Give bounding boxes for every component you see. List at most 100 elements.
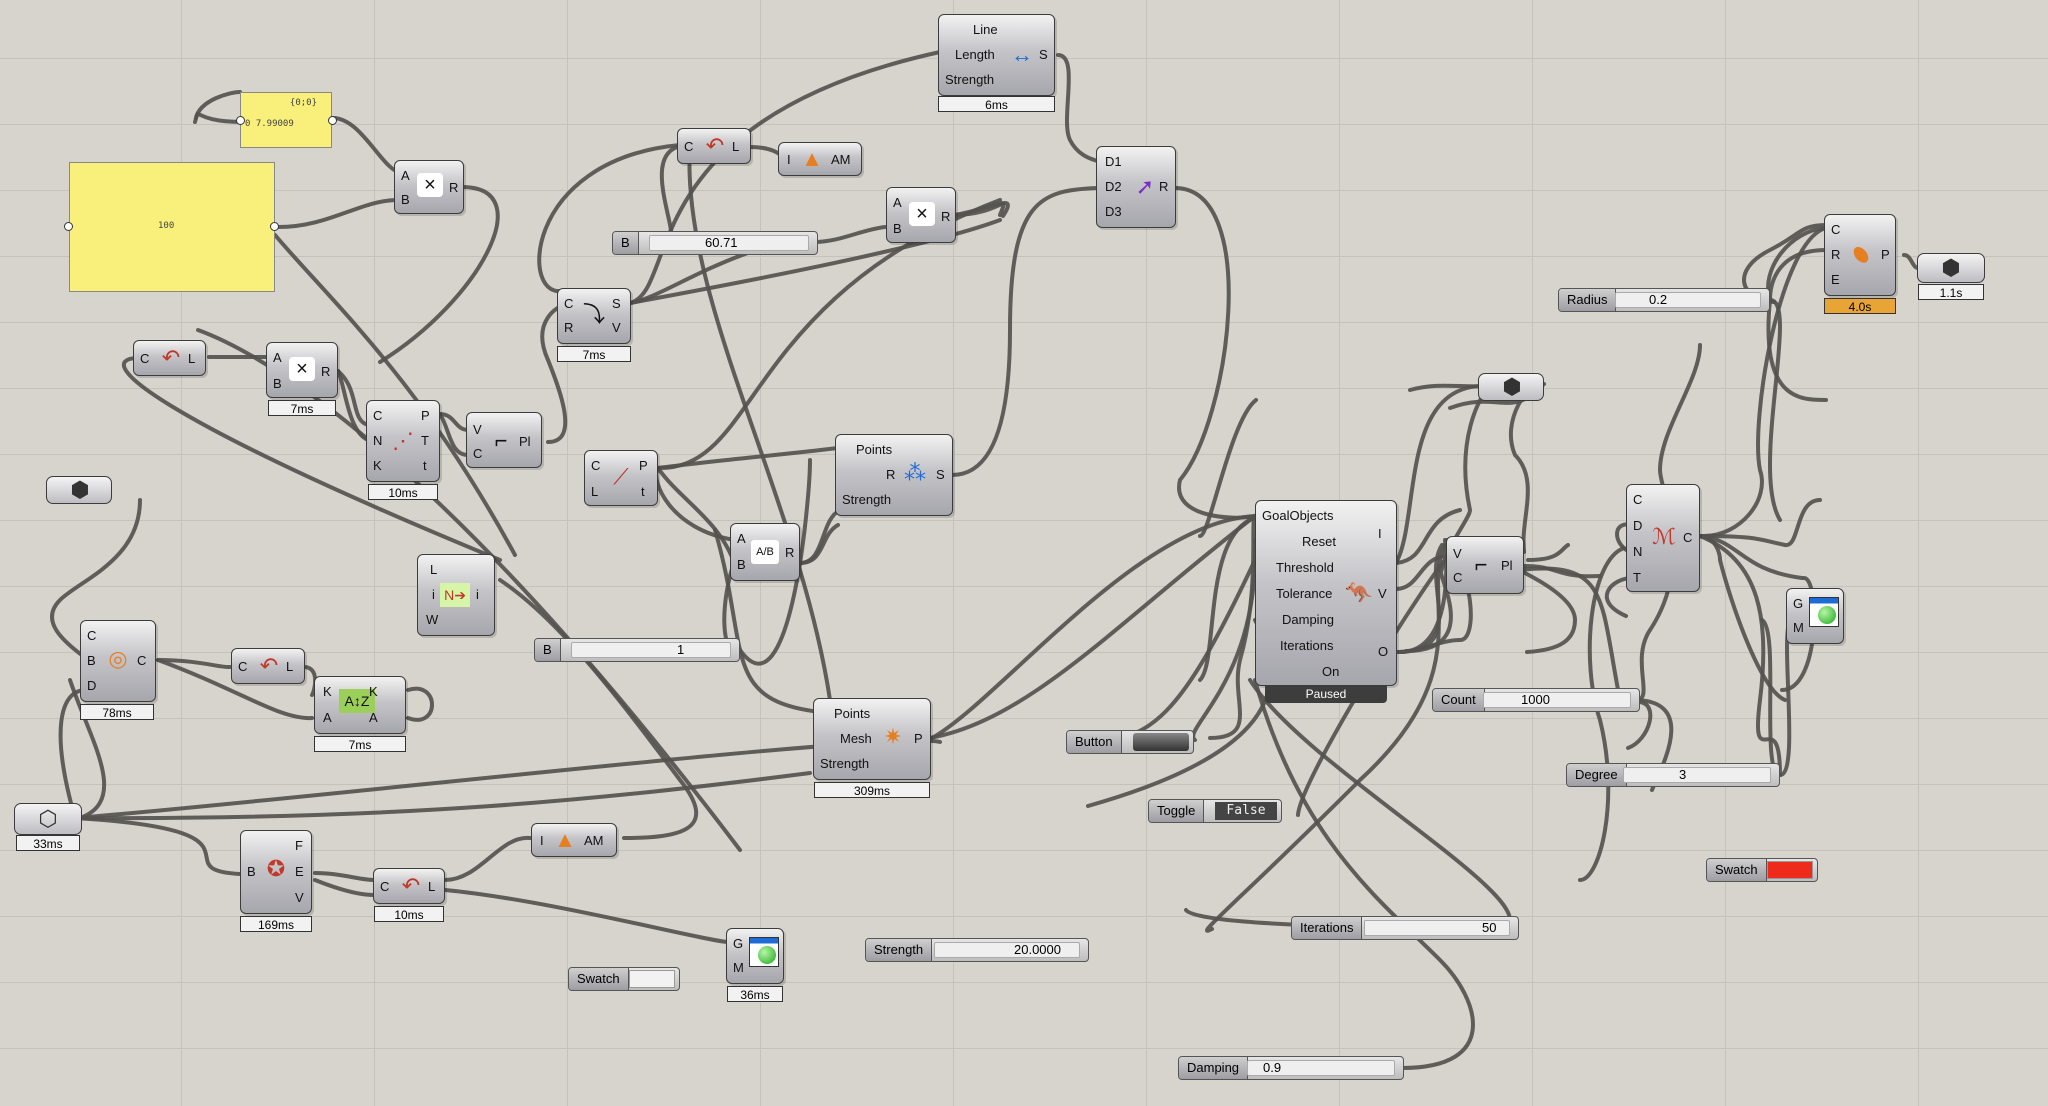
multiplication-component[interactable]: A B × R [394, 160, 464, 214]
input-tolerance[interactable]: Tolerance [1276, 587, 1332, 601]
polyline-component[interactable]: V C ⌐ Pl [466, 412, 542, 468]
output-r[interactable]: R [321, 365, 330, 379]
input-b[interactable]: B [87, 654, 96, 668]
input-reset[interactable]: Reset [1302, 535, 1336, 549]
input-b[interactable]: B [401, 193, 410, 207]
nurbs-curve-component[interactable]: C D N T ℳ C [1626, 484, 1700, 592]
output-t-lower[interactable]: t [423, 459, 427, 473]
input-t[interactable]: T [1633, 571, 1641, 585]
curve-sv-component[interactable]: C R ⤵ S V [557, 288, 631, 344]
custom-preview-component[interactable]: G M [726, 928, 784, 984]
output-t[interactable]: t [641, 485, 645, 499]
output-p[interactable]: P [914, 732, 923, 746]
input-c[interactable]: C [564, 297, 573, 311]
output-l[interactable]: L [428, 880, 435, 894]
button-param[interactable]: Button [1066, 730, 1194, 754]
input-c[interactable]: C [1831, 223, 1840, 237]
output-t-upper[interactable]: T [421, 434, 429, 448]
output-p[interactable]: P [1881, 248, 1890, 262]
output-l[interactable]: L [286, 660, 293, 674]
slider-track[interactable] [1615, 292, 1761, 308]
curve-length-component[interactable]: C ↶ L [231, 648, 305, 684]
input-d1[interactable]: D1 [1105, 155, 1122, 169]
curve-length-component[interactable]: C ↶ L [373, 868, 445, 904]
toggle-param[interactable]: Toggle False [1148, 799, 1282, 823]
input-d2[interactable]: D2 [1105, 180, 1122, 194]
input-iterations[interactable]: Iterations [1280, 639, 1333, 653]
swatch-param[interactable]: Swatch [568, 967, 680, 991]
input-g[interactable]: G [1793, 597, 1803, 611]
input-a[interactable]: A [323, 711, 332, 725]
input-d3[interactable]: D3 [1105, 205, 1122, 219]
input-a[interactable]: A [273, 351, 282, 365]
custom-preview-component[interactable]: G M [1786, 588, 1844, 644]
input-e[interactable]: E [1831, 273, 1840, 287]
input-c[interactable]: C [140, 352, 149, 366]
input-damping[interactable]: Damping [1282, 613, 1334, 627]
input-w[interactable]: W [426, 613, 438, 627]
panel-large-grip-out[interactable] [270, 222, 279, 231]
input-r[interactable]: R [886, 468, 895, 482]
output-p[interactable]: P [421, 409, 430, 423]
gaussian-component[interactable]: I ▲ AM [778, 142, 862, 176]
output-p[interactable]: P [639, 459, 648, 473]
line-goal-component[interactable]: Line Length Strength ↔ S [938, 14, 1055, 96]
output-l[interactable]: L [732, 140, 739, 154]
panel-large-grip-in[interactable] [64, 222, 73, 231]
division-component[interactable]: A B A/B R [730, 523, 800, 581]
output-l[interactable]: L [188, 352, 195, 366]
input-points[interactable]: Points [834, 707, 870, 721]
curve-closest-point-component[interactable]: C L ⟋ P t [584, 450, 658, 506]
input-m[interactable]: M [733, 961, 744, 975]
curve-length-component[interactable]: C ↶ L [133, 340, 206, 376]
panel-large[interactable]: 100 [69, 162, 275, 292]
input-c[interactable]: C [1633, 493, 1642, 507]
output-s[interactable]: S [612, 297, 621, 311]
direction-goal-component[interactable]: D1 D2 D3 ➚ R [1096, 146, 1176, 228]
input-on[interactable]: On [1322, 665, 1339, 679]
slider-b[interactable]: B 60.71 [612, 231, 818, 255]
input-r[interactable]: R [564, 321, 573, 335]
input-c[interactable]: C [87, 629, 96, 643]
panel-small-grip-out[interactable] [328, 116, 337, 125]
input-i[interactable]: I [787, 153, 791, 167]
button-face[interactable] [1133, 733, 1189, 751]
swatch-param[interactable]: Swatch [1706, 858, 1818, 882]
input-l[interactable]: L [591, 485, 598, 499]
input-strength[interactable]: Strength [945, 73, 994, 87]
input-d[interactable]: D [87, 679, 96, 693]
geometry-param[interactable]: ⬢ [1478, 373, 1544, 401]
input-c[interactable]: C [373, 409, 382, 423]
collide-component[interactable]: C B D ◎ C [80, 620, 156, 702]
input-threshold[interactable]: Threshold [1276, 561, 1334, 575]
input-b[interactable]: B [737, 558, 746, 572]
input-strength[interactable]: Strength [842, 493, 891, 507]
slider-count[interactable]: Count 1000 [1432, 688, 1640, 712]
brep-param[interactable]: ⬢ [1917, 253, 1985, 283]
slider-damping[interactable]: Damping 0.9 [1178, 1056, 1404, 1080]
output-i[interactable]: i [476, 588, 479, 602]
input-strength[interactable]: Strength [820, 757, 869, 771]
input-v[interactable]: V [473, 423, 482, 437]
slider-radius[interactable]: Radius 0.2 [1558, 288, 1770, 312]
output-am[interactable]: AM [831, 153, 851, 167]
input-points[interactable]: Points [856, 443, 892, 457]
slider-track[interactable] [1483, 692, 1631, 708]
pipe-component[interactable]: C R E ⬮ P [1824, 214, 1896, 296]
slider-track[interactable] [571, 642, 731, 658]
input-b[interactable]: B [893, 222, 902, 236]
output-pl[interactable]: Pl [1501, 559, 1513, 573]
output-k[interactable]: K [369, 685, 378, 699]
output-pl[interactable]: Pl [519, 435, 531, 449]
list-item-component[interactable]: L i W N➔ i [417, 554, 495, 636]
output-r[interactable]: R [941, 210, 950, 224]
input-a[interactable]: A [737, 532, 746, 546]
deconstruct-brep-component[interactable]: B ✪ F E V [240, 830, 312, 914]
input-c[interactable]: C [684, 140, 693, 154]
slider-iterations[interactable]: Iterations 50 [1291, 916, 1519, 940]
input-b[interactable]: B [247, 865, 256, 879]
output-a[interactable]: A [369, 711, 378, 725]
multiplication-component[interactable]: A B × R [266, 342, 338, 398]
input-k[interactable]: K [323, 685, 332, 699]
input-b[interactable]: B [273, 377, 282, 391]
